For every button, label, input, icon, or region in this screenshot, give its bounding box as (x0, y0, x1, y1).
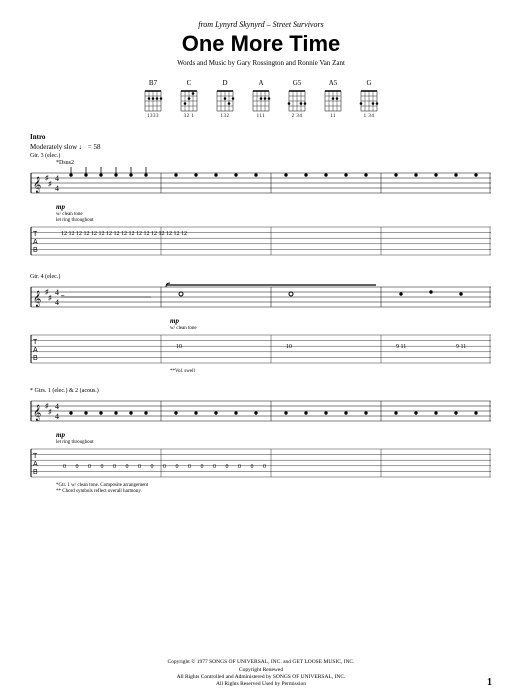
chord-name: D (222, 79, 227, 87)
chord-diagram: C 32 1 (179, 79, 199, 119)
credits: Words and Music by Gary Rossington and R… (30, 59, 492, 67)
tempo-marking: Moderately slow ♩ = 58 (30, 143, 492, 151)
staff-system-1: Gtr. 3 (elec.) *Dsus2 𝄞 ♯♯ 44 mp w/ clea… (30, 153, 492, 260)
svg-text:9 11: 9 11 (456, 344, 466, 350)
chord-grid-icon (287, 89, 307, 113)
footnote: ** Chord symbols reflect overall harmony… (56, 489, 492, 494)
svg-text:A: A (33, 239, 38, 246)
chord-diagram: A 111 (251, 79, 271, 119)
part-label: Gtr. 4 (elec.) (30, 274, 492, 280)
svg-text:A: A (33, 461, 38, 468)
svg-text:B: B (33, 469, 38, 476)
svg-text:B: B (33, 355, 38, 362)
chord-diagrams-row: B7 1333 C 32 1 D 132 A 111 G5 2 34 A5 11… (30, 79, 492, 119)
header: from Lynyrd Skynyrd – Street Survivors O… (30, 20, 492, 67)
chord-grid-icon (215, 89, 235, 113)
dynamic-marking: mp (56, 431, 492, 439)
svg-text:9 11: 9 11 (396, 344, 406, 350)
svg-text:𝄞: 𝄞 (33, 405, 41, 421)
svg-text:4: 4 (55, 298, 59, 307)
chord-marking: *Dsus2 (56, 160, 492, 166)
notation-staff: 𝄞 ♯♯ 44 (30, 167, 492, 199)
section-label: Intro (30, 133, 492, 141)
source-line: from Lynyrd Skynyrd – Street Survivors (30, 20, 492, 29)
chord-name: A (258, 79, 263, 87)
footer: Copyright © 1977 SONGS OF UNIVERSAL, INC… (0, 659, 522, 688)
svg-text:B: B (33, 247, 38, 254)
tab-numbers: 12 12 12 12 12 12 12 12 12 12 12 12 12 1… (61, 231, 187, 237)
svg-text:10: 10 (286, 344, 292, 350)
performance-note: w/ clean tone (170, 326, 492, 331)
svg-text:4: 4 (55, 184, 59, 193)
chord-diagram: G 1 34 (359, 79, 379, 119)
song-title: One More Time (30, 31, 492, 57)
chord-diagram: A5 11 (323, 79, 343, 119)
performance-note: let ring throughout (56, 218, 492, 223)
footnote: *Gtr. 1 w/ clean tone. Composite arrange… (56, 483, 492, 488)
chord-name: G (366, 79, 371, 87)
part-label: * Gtrs. 1 (elec.) & 2 (acous.) (30, 388, 492, 394)
performance-note: w/ clean tone (56, 212, 492, 217)
svg-text:𝄻: 𝄻 (61, 293, 65, 303)
staff-system-2: Gtr. 4 (elec.) 𝄞 ♯♯ 44 𝄻 mp w/ clean ton… (30, 274, 492, 374)
chord-grid-icon (359, 89, 379, 113)
chord-name: G5 (293, 79, 302, 87)
svg-text:T: T (33, 453, 38, 460)
copyright-line: All Rights Reserved Used by Permission (0, 681, 522, 688)
chord-fingering: 32 1 (184, 114, 195, 119)
svg-text:♯: ♯ (48, 408, 52, 416)
chord-name: C (187, 79, 192, 87)
svg-text:𝄞: 𝄞 (33, 291, 41, 307)
svg-text:𝄞: 𝄞 (33, 177, 41, 193)
copyright-line: Copyright Renewed (0, 667, 522, 674)
chord-fingering: 2 34 (292, 114, 303, 119)
chord-fingering: 1 34 (364, 114, 375, 119)
notation-staff: 𝄞 ♯♯ 44 (30, 395, 492, 427)
dynamic-marking: mp (56, 203, 492, 211)
svg-text:4: 4 (55, 402, 59, 411)
chord-fingering: 11 (330, 114, 336, 119)
page-number: 1 (487, 677, 492, 688)
chord-grid-icon (323, 89, 343, 113)
chord-diagram: G5 2 34 (287, 79, 307, 119)
chord-fingering: 1333 (147, 114, 159, 119)
chord-fingering: 111 (257, 114, 266, 119)
notation-staff: 𝄞 ♯♯ 44 𝄻 (30, 281, 492, 313)
performance-note: **Vol. swell (170, 369, 492, 374)
chord-grid-icon (143, 89, 163, 113)
tab-staff: TAB 12 12 12 12 12 12 12 12 12 12 12 12 … (30, 225, 492, 257)
svg-text:A: A (33, 347, 38, 354)
copyright-line: Copyright © 1977 SONGS OF UNIVERSAL, INC… (0, 659, 522, 666)
svg-text:0 0 0 0 0 0 0 0 0 0 0 0 0 0: 0 0 0 0 0 0 0 0 0 0 0 0 0 0 0 0 0 (63, 464, 270, 470)
staff-system-3: * Gtrs. 1 (elec.) & 2 (acous.) 𝄞 ♯♯ 44 m… (30, 388, 492, 494)
svg-text:4: 4 (55, 412, 59, 421)
chord-diagram: B7 1333 (143, 79, 163, 119)
part-label: Gtr. 3 (elec.) (30, 153, 492, 159)
svg-text:4: 4 (55, 288, 59, 297)
tab-staff: TAB 10 10 9 11 9 11 (30, 333, 492, 365)
svg-text:T: T (33, 231, 38, 238)
tab-staff: TAB 0 0 0 0 0 0 0 0 0 0 0 0 0 0 0 0 0 (30, 447, 492, 479)
chord-name: B7 (149, 79, 157, 87)
svg-text:T: T (33, 339, 38, 346)
svg-text:♯: ♯ (48, 180, 52, 188)
chord-diagram: D 132 (215, 79, 235, 119)
chord-fingering: 132 (221, 114, 230, 119)
svg-text:♯: ♯ (48, 294, 52, 302)
svg-text:4: 4 (55, 174, 59, 183)
performance-note: let ring throughout (56, 440, 492, 445)
chord-name: A5 (329, 79, 338, 87)
chord-grid-icon (179, 89, 199, 113)
chord-grid-icon (251, 89, 271, 113)
copyright-line: All Rights Controlled and Administered b… (0, 674, 522, 681)
svg-text:10: 10 (176, 344, 182, 350)
dynamic-marking: mp (170, 317, 492, 325)
